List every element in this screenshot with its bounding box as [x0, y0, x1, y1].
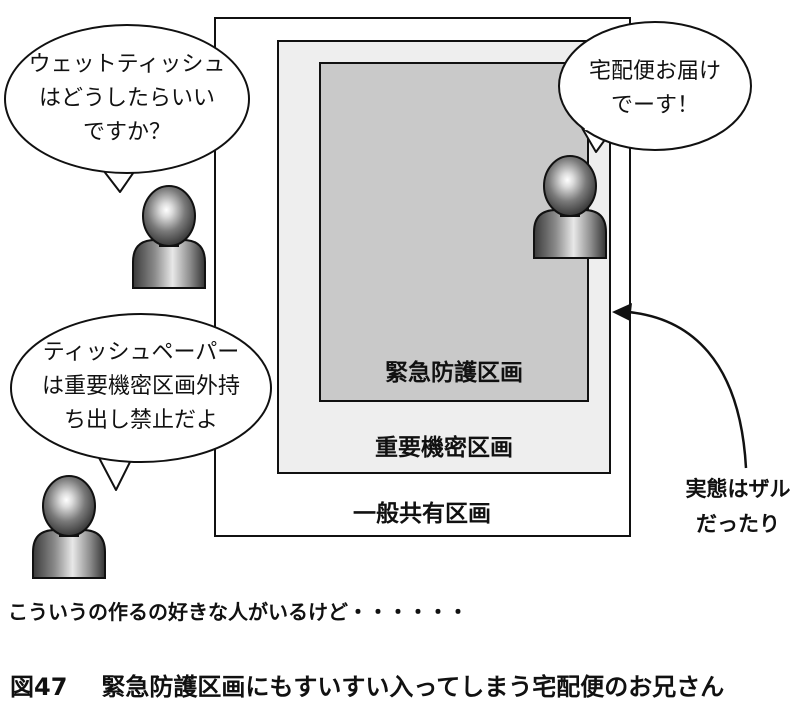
figure-title: 緊急防護区画にもすいすい入ってしまう宅配便のお兄さん	[101, 673, 725, 701]
bottom-remark: こういうの作るの好きな人がいるけど・・・・・・	[8, 600, 468, 624]
speech-line: 宅配便お届け	[588, 59, 721, 84]
zone-label-confidential: 重要機密区画	[375, 435, 513, 461]
speech-line: はどうしたらいい	[38, 86, 215, 111]
speech-line: は重要機密区画外持	[41, 374, 240, 399]
annotation-line: だったり	[696, 512, 780, 536]
security-zone-diagram: 緊急防護区画 重要機密区画 一般共有区画 ウェットティッシュ はどうしたらいい …	[0, 0, 807, 707]
zone-label-general: 一般共有区画	[353, 501, 491, 527]
speech-line: ですか？	[82, 120, 171, 145]
speech-line: ち出し禁止だよ	[63, 408, 218, 433]
speech-text-wet-tissue: ウェットティッシュ はどうしたらいい ですか？	[26, 48, 228, 150]
figure-caption: 図47 緊急防護区画にもすいすい入ってしまう宅配便のお兄さん	[10, 667, 724, 702]
zone-label-emergency: 緊急防護区画	[385, 360, 523, 386]
speech-line: ウェットティッシュ	[28, 52, 226, 77]
person-figure-bottom-left	[32, 475, 106, 579]
speech-text-delivery: 宅配便お届け でーす！	[575, 55, 735, 123]
speech-line: でーす！	[610, 93, 699, 118]
speech-text-tissue-paper: ティッシュペーパー は重要機密区画外持 ち出し禁止だよ	[24, 336, 258, 438]
figure-number: 図47	[10, 673, 68, 701]
speech-line: ティッシュペーパー	[42, 340, 240, 365]
person-figure-top-left	[132, 185, 206, 289]
annotation-note: 実態はザル だったり	[676, 472, 800, 542]
annotation-arrow	[612, 303, 748, 469]
annotation-line: 実態はザル	[685, 477, 791, 501]
